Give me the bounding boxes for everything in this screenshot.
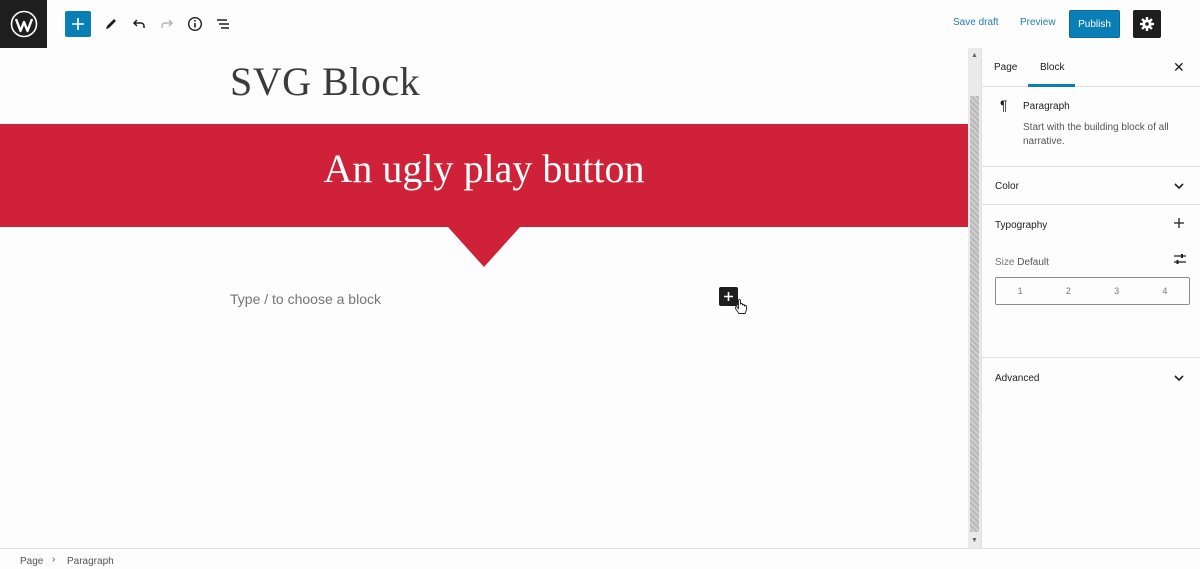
settings-button[interactable] xyxy=(1133,10,1161,38)
add-block-button[interactable] xyxy=(65,11,91,37)
tab-block[interactable]: Block xyxy=(1040,62,1064,73)
redo-button[interactable] xyxy=(154,11,180,37)
plus-icon xyxy=(72,18,84,30)
block-placeholder[interactable]: Type / to choose a block xyxy=(230,291,381,307)
block-name: Paragraph xyxy=(1023,101,1070,112)
font-size-label-text: Size xyxy=(995,257,1015,268)
block-description: Start with the building block of all nar… xyxy=(1023,122,1169,147)
plus-icon xyxy=(724,292,733,301)
pencil-icon xyxy=(106,19,116,29)
size-option-3[interactable]: 3 xyxy=(1093,278,1141,304)
color-panel[interactable]: Color xyxy=(982,167,1200,205)
chevron-down-icon xyxy=(1174,183,1184,190)
banner-pointer-shape xyxy=(448,227,520,267)
size-option-4[interactable]: 4 xyxy=(1141,278,1189,304)
color-panel-title: Color xyxy=(995,181,1019,192)
scroll-down-icon[interactable]: ▼ xyxy=(971,537,978,544)
scrollbar-thumb[interactable] xyxy=(970,96,979,532)
size-option-2[interactable]: 2 xyxy=(1044,278,1092,304)
edit-tool-button[interactable] xyxy=(98,11,124,37)
banner-heading: An ugly play button xyxy=(323,146,645,191)
info-icon xyxy=(187,16,203,32)
list-view-icon xyxy=(217,19,229,29)
advanced-panel-title: Advanced xyxy=(995,373,1040,384)
wordpress-logo-icon[interactable] xyxy=(0,0,47,48)
paragraph-icon: ¶ xyxy=(1000,97,1008,113)
save-draft-button[interactable]: Save draft xyxy=(953,17,999,28)
font-size-value: Default xyxy=(1017,257,1049,268)
font-size-label: Size Default xyxy=(995,257,1049,268)
hand-cursor-icon xyxy=(735,299,747,314)
preview-button[interactable]: Preview xyxy=(1020,17,1056,28)
sidebar-tabs: Page Block ✕ xyxy=(982,48,1200,87)
details-button[interactable] xyxy=(182,11,208,37)
canvas-scrollbar[interactable]: ▲ ▼ xyxy=(968,48,981,548)
sliders-icon[interactable] xyxy=(1173,252,1187,266)
typography-panel-title: Typography xyxy=(995,220,1048,231)
list-view-button[interactable] xyxy=(210,11,236,37)
plus-icon[interactable] xyxy=(1173,217,1185,229)
advanced-panel[interactable]: Advanced xyxy=(982,358,1200,398)
block-editor: Save draft Preview Publish SVG Block An … xyxy=(0,0,1200,569)
size-option-1[interactable]: 1 xyxy=(996,278,1044,304)
editor-canvas: SVG Block An ugly play button Type / to … xyxy=(0,48,968,548)
block-breadcrumb: Page › Paragraph xyxy=(0,548,1200,569)
scroll-up-icon[interactable]: ▲ xyxy=(971,52,978,59)
gear-icon xyxy=(1140,17,1154,31)
undo-icon xyxy=(132,19,145,28)
block-card: ¶ Paragraph Start with the building bloc… xyxy=(982,87,1200,167)
redo-icon xyxy=(161,19,174,28)
chevron-down-icon xyxy=(1174,375,1184,382)
breadcrumb-paragraph[interactable]: Paragraph xyxy=(67,556,114,567)
undo-button[interactable] xyxy=(126,11,152,37)
chevron-right-icon: › xyxy=(52,554,56,565)
font-size-picker: 1 2 3 4 xyxy=(995,277,1190,305)
close-sidebar-icon[interactable]: ✕ xyxy=(1173,59,1185,76)
breadcrumb-page[interactable]: Page xyxy=(20,556,43,567)
tab-page[interactable]: Page xyxy=(994,62,1017,73)
top-toolbar: Save draft Preview Publish xyxy=(0,0,1200,48)
post-title[interactable]: SVG Block xyxy=(230,58,420,105)
svg-banner-block[interactable]: An ugly play button xyxy=(0,124,968,227)
settings-sidebar: Page Block ✕ ¶ Paragraph Start with the … xyxy=(981,48,1200,548)
publish-button[interactable]: Publish xyxy=(1069,10,1120,38)
